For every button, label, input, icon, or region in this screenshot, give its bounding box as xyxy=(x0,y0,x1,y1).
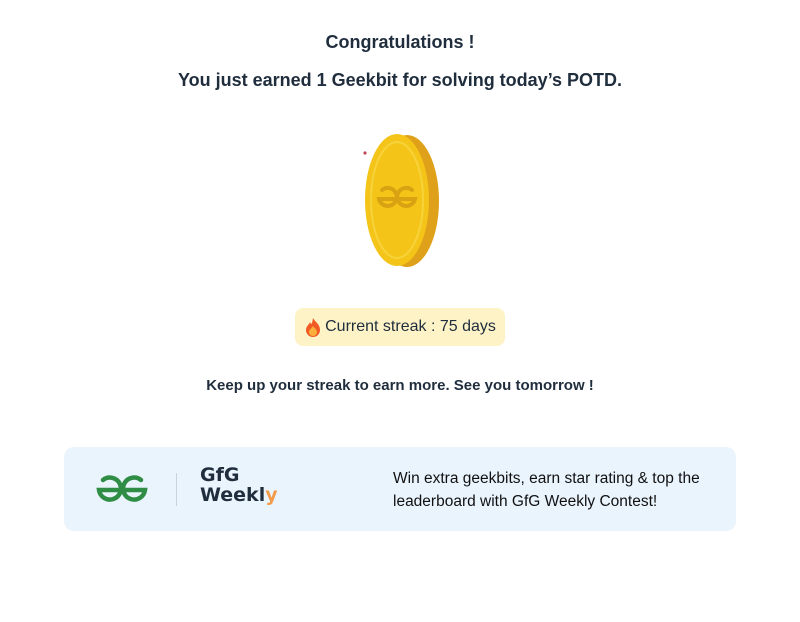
streak-label: Current streak : 75 days xyxy=(325,318,496,335)
banner-text: Win extra geekbits, earn star rating & t… xyxy=(393,470,700,510)
current-streak-badge: Current streak : 75 days xyxy=(295,308,505,346)
fire-icon xyxy=(304,317,322,337)
keep-up-message: Keep up your streak to earn more. See yo… xyxy=(206,377,594,394)
weekly-logo-line2: Weekly xyxy=(200,485,280,505)
dialog-subtitle: You just earned 1 Geekbit for solving to… xyxy=(177,70,623,90)
gfg-logo-icon xyxy=(94,474,150,504)
congratulations-dialog: Congratulations ! You just earned 1 Geek… xyxy=(0,0,800,622)
dialog-title: Congratulations ! xyxy=(325,32,475,52)
weekly-logo-line1: GfG xyxy=(200,464,240,486)
gfg-weekly-banner[interactable]: GfG Weekly Win extra geekbits, earn star… xyxy=(64,447,736,531)
weekly-logo-line2-main: Weekl xyxy=(200,484,266,506)
geekbit-coin-icon xyxy=(355,128,450,273)
gfg-weekly-logo: GfG Weekly xyxy=(200,465,280,515)
banner-divider xyxy=(176,473,177,506)
weekly-logo-line2-accent: y xyxy=(265,484,278,506)
